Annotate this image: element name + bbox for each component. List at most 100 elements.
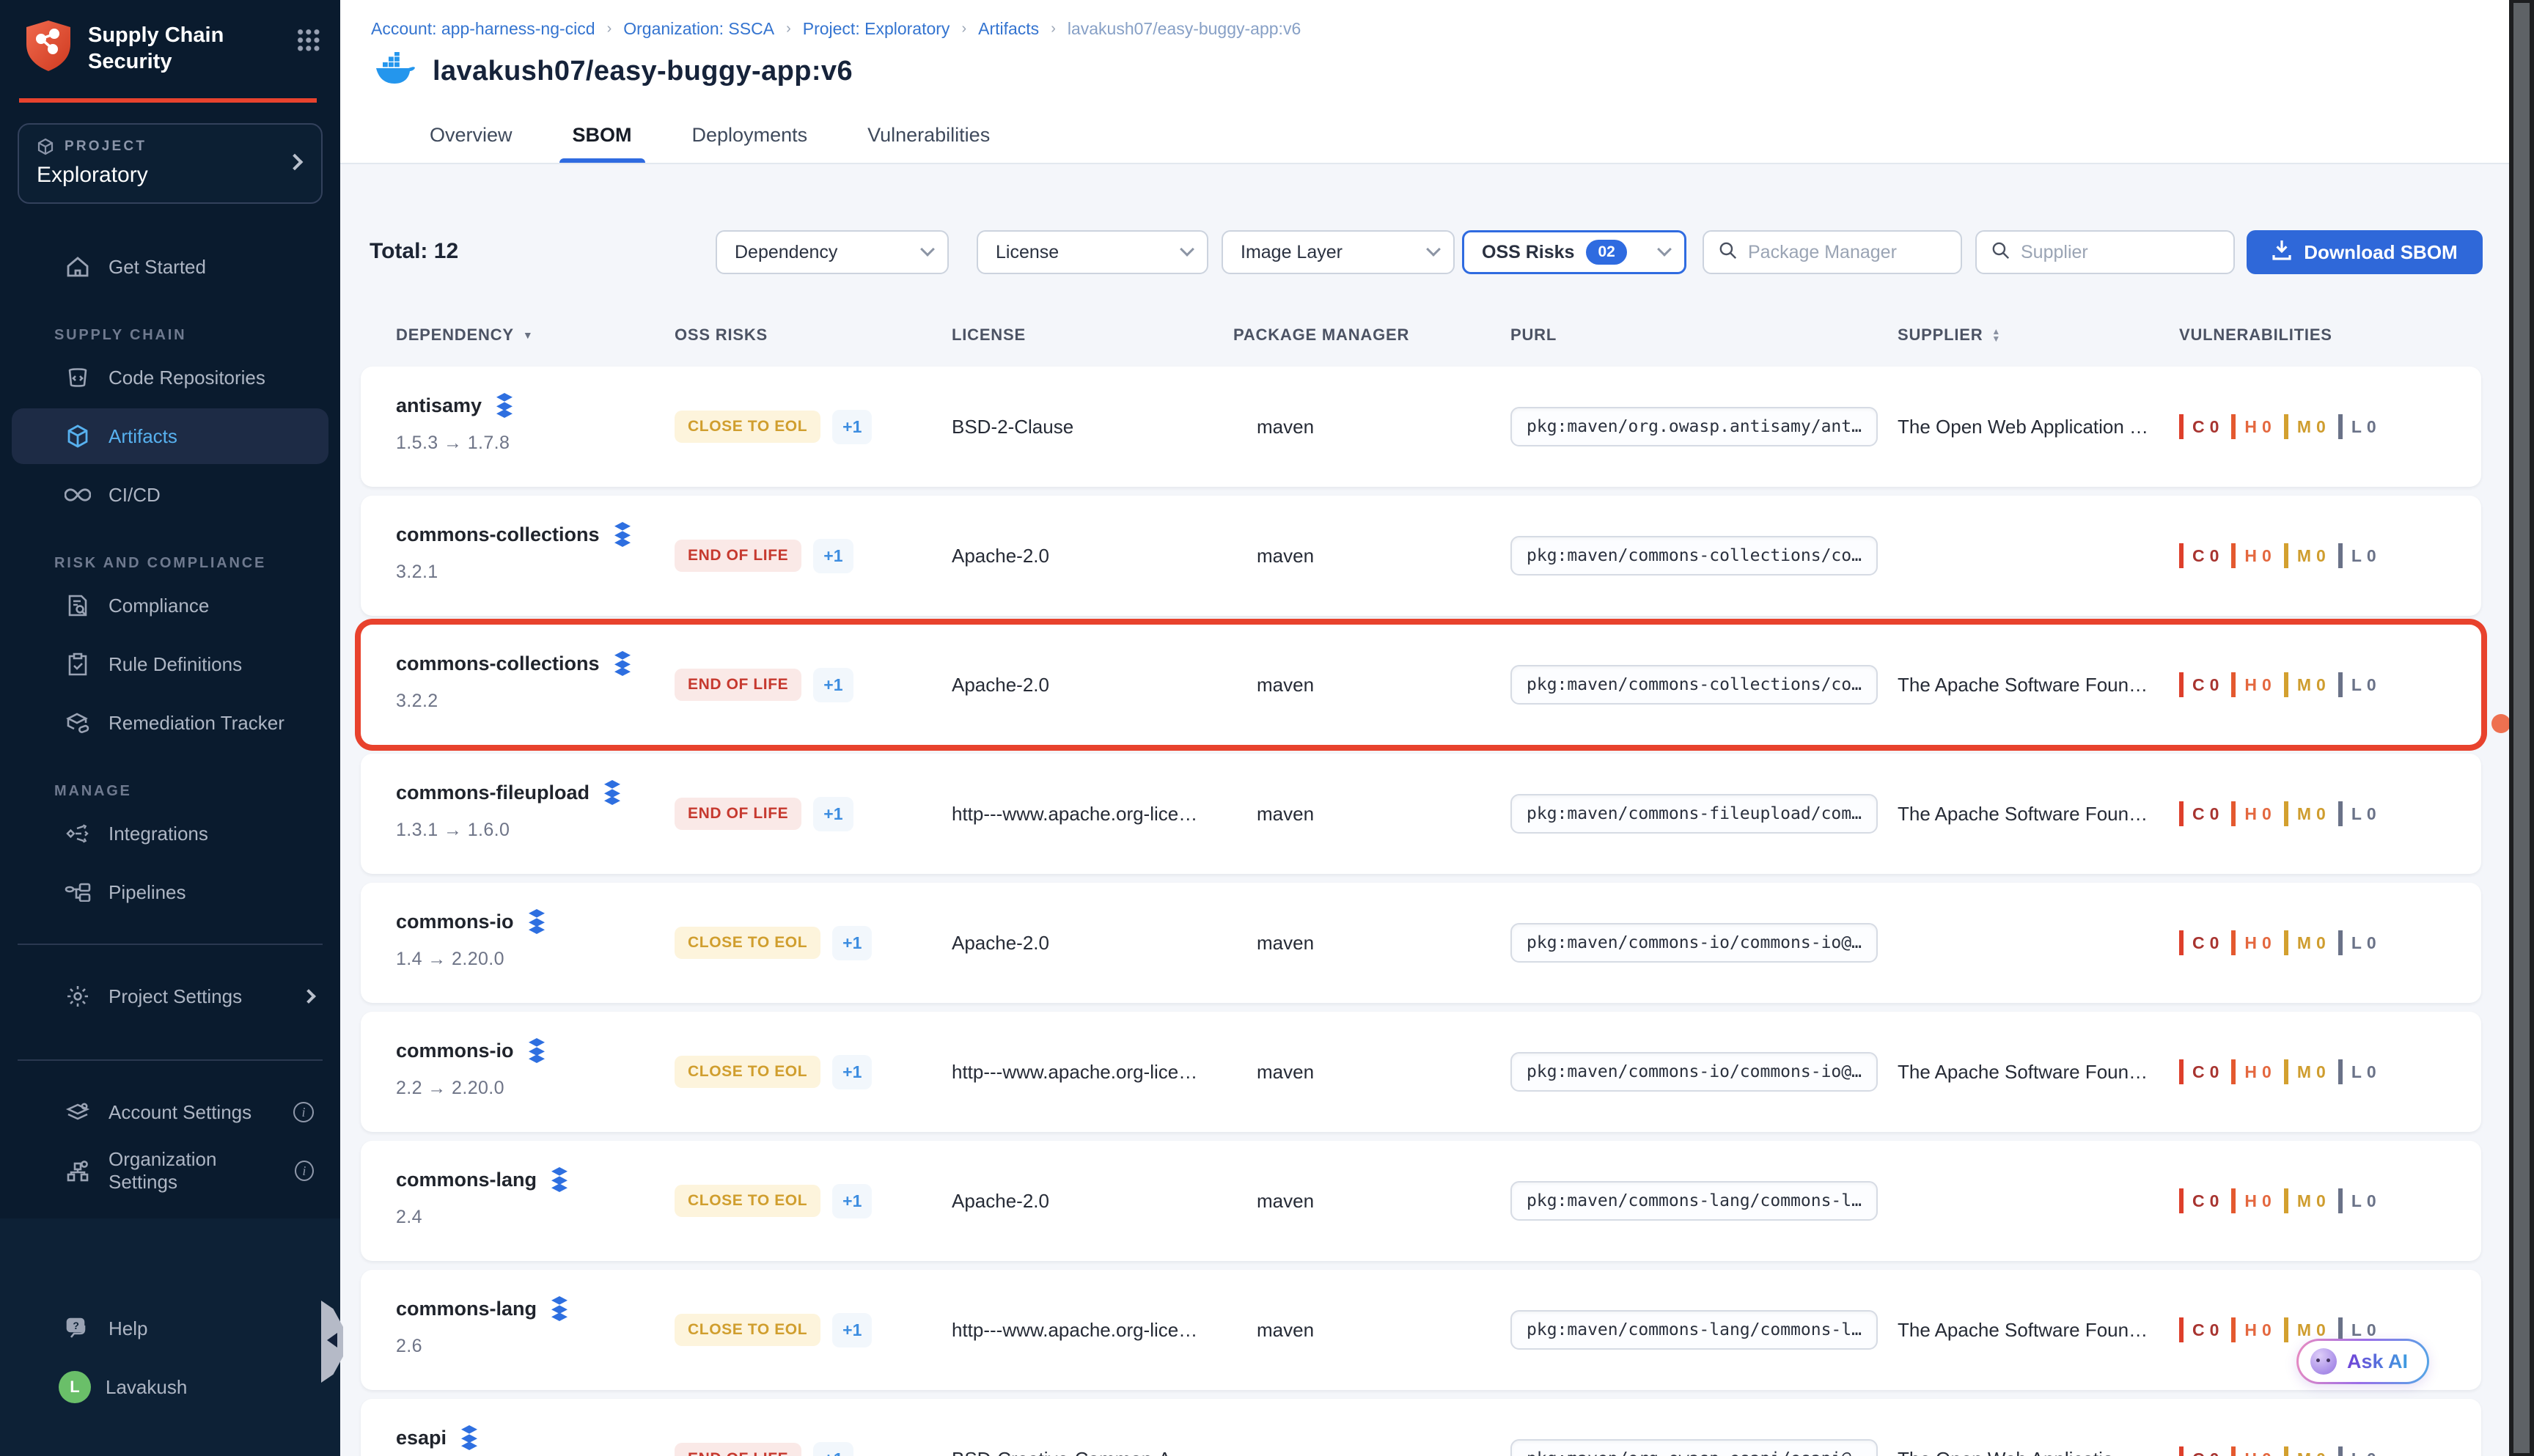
breadcrumb-artifacts[interactable]: Artifacts [978,19,1039,39]
image-layer-filter-dropdown[interactable]: Image Layer [1222,230,1455,274]
breadcrumb-project[interactable]: Project: Exploratory [803,19,950,39]
supplier-search-input[interactable] [2021,242,2219,263]
sidebar-item-compliance[interactable]: Compliance [12,578,328,633]
more-risks-badge[interactable]: +1 [832,410,872,444]
layers-icon [612,522,634,547]
purl-pill[interactable]: pkg:maven/commons-collections/co… [1510,536,1878,576]
column-header-oss-risks: OSS RISKS [675,326,768,345]
table-row-commons-io-22[interactable]: commons-io 2.2 → 2.20.0 CLOSE TO EOL+1 h… [361,1012,2481,1132]
chevron-down-icon [1426,242,1441,257]
info-icon[interactable]: i [293,1102,314,1122]
more-risks-badge[interactable]: +1 [832,926,872,960]
table-row-commons-lang-26[interactable]: commons-lang 2.6 CLOSE TO EOL+1 http---w… [361,1270,2481,1390]
breadcrumb-separator: › [1051,21,1056,37]
sidebar-item-organization-settings[interactable]: Organization Settings i [12,1143,328,1199]
version-range: 1.4 → 2.20.0 [396,949,548,970]
column-header-dependency[interactable]: DEPENDENCY▼ [396,326,533,345]
more-risks-badge[interactable]: +1 [832,1313,872,1347]
rule-definitions-clipboard-icon [65,652,91,676]
scrollbar-thumb[interactable] [2513,3,2530,1453]
sidebar-item-account-settings[interactable]: Account Settings i [12,1084,328,1140]
sidebar-item-remediation-tracker[interactable]: Remediation Tracker [12,695,328,751]
module-grid-icon[interactable] [296,28,320,51]
medium-count: M0 [2284,414,2326,439]
package-manager-cell: maven [1257,1270,1314,1390]
user-name: Lavakush [106,1376,187,1399]
more-risks-badge[interactable]: +1 [813,539,853,573]
breadcrumb-account[interactable]: Account: app-harness-ng-cicd [371,19,595,39]
package-manager-cell: maven [1257,1012,1314,1132]
dependency-filter-dropdown[interactable]: Dependency [716,230,949,274]
low-count: L0 [2338,672,2377,697]
column-header-supplier[interactable]: SUPPLIER▲▼ [1898,326,2001,345]
total-count: Total: 12 [370,239,458,264]
download-sbom-button[interactable]: Download SBOM [2247,230,2483,274]
chevron-down-icon [920,242,935,257]
purl-pill[interactable]: pkg:maven/org.owasp.esapi/esapi@… [1510,1439,1878,1456]
license-cell: Apache-2.0 [952,496,1049,616]
package-manager-search-input[interactable] [1748,242,1946,263]
purl-pill[interactable]: pkg:maven/commons-io/commons-io@… [1510,1052,1878,1092]
docker-icon [375,52,416,90]
project-name: Exploratory [37,163,304,188]
critical-count: C0 [2179,672,2219,697]
oss-risk-badge: END OF LIFE [675,540,801,572]
ask-ai-button[interactable]: Ask AI [2296,1339,2429,1384]
oss-risk-badge: CLOSE TO EOL [675,411,820,443]
table-row-esapi[interactable]: esapi END OF LIFE+1 BSD-Creative-Common-… [361,1399,2481,1456]
sidebar-item-help[interactable]: ? Help [12,1301,328,1356]
license-cell: http---www.apache.org-lice… [952,1012,1197,1132]
supply-chain-security-shield-logo-icon [23,19,73,81]
sidebar-item-rule-definitions[interactable]: Rule Definitions [12,636,328,692]
license-cell: http---www.apache.org-lice… [952,1270,1197,1390]
supplier-cell: The Apache Software Foun… [1898,1012,2148,1132]
table-row-commons-fileupload[interactable]: commons-fileupload 1.3.1 → 1.6.0 END OF … [361,754,2481,874]
sidebar-item-code-repositories[interactable]: Code Repositories [12,350,328,405]
tab-overview[interactable]: Overview [427,111,515,163]
more-risks-badge[interactable]: +1 [832,1184,872,1218]
oss-risks-filter-dropdown[interactable]: OSS Risks 02 [1462,230,1686,274]
license-filter-dropdown[interactable]: License [977,230,1208,274]
supplier-cell: The Open Web Applicatio… [1898,1399,2132,1456]
more-risks-badge[interactable]: +1 [813,1442,853,1456]
tab-sbom[interactable]: SBOM [570,111,635,163]
purl-pill[interactable]: pkg:maven/commons-lang/commons-l… [1510,1310,1878,1350]
sidebar-item-pipelines[interactable]: Pipelines [12,864,328,920]
tab-deployments[interactable]: Deployments [689,111,811,163]
tab-vulnerabilities[interactable]: Vulnerabilities [864,111,993,163]
critical-count: C0 [2179,414,2219,439]
more-risks-badge[interactable]: +1 [813,668,853,702]
table-row-commons-lang-24[interactable]: commons-lang 2.4 CLOSE TO EOL+1 Apache-2… [361,1141,2481,1261]
table-row-commons-collections-321[interactable]: commons-collections 3.2.1 END OF LIFE+1 … [361,496,2481,616]
sidebar-item-get-started[interactable]: Get Started [12,239,328,295]
sidebar-item-integrations[interactable]: Integrations [12,806,328,861]
breadcrumb-organization[interactable]: Organization: SSCA [623,19,774,39]
low-count: L0 [2338,414,2377,439]
main-content: Account: app-harness-ng-cicd › Organizati… [340,0,2534,1456]
page-title: lavakush07/easy-buggy-app:v6 [433,56,853,87]
table-row-antisamy[interactable]: antisamy 1.5.3 → 1.7.8 CLOSE TO EOL+1 BS… [361,367,2481,487]
sidebar-item-artifacts[interactable]: Artifacts [12,408,328,464]
sort-icon: ▲▼ [1991,328,2001,342]
medium-count: M0 [2284,543,2326,568]
supplier-cell: The Apache Software Foun… [1898,1270,2148,1390]
package-manager-cell: maven [1257,625,1314,745]
table-row-commons-io-14[interactable]: commons-io 1.4 → 2.20.0 CLOSE TO EOL+1 A… [361,883,2481,1003]
info-icon[interactable]: i [295,1161,314,1181]
project-selector[interactable]: PROJECT Exploratory [18,123,323,204]
purl-pill[interactable]: pkg:maven/commons-fileupload/com… [1510,794,1878,834]
sidebar-item-project-settings[interactable]: Project Settings [12,968,328,1024]
version-range: 2.2 → 2.20.0 [396,1078,548,1099]
more-risks-badge[interactable]: +1 [813,797,853,831]
oss-risk-badge: CLOSE TO EOL [675,1314,820,1346]
sidebar-item-cicd[interactable]: CI/CD [12,467,328,523]
purl-pill[interactable]: pkg:maven/commons-collections/co… [1510,665,1878,705]
purl-pill[interactable]: pkg:maven/commons-io/commons-io@… [1510,923,1878,963]
vertical-scrollbar[interactable] [2509,0,2534,1456]
purl-pill[interactable]: pkg:maven/commons-lang/commons-l… [1510,1181,1878,1221]
more-risks-badge[interactable]: +1 [832,1055,872,1089]
critical-count: C0 [2179,543,2219,568]
purl-pill[interactable]: pkg:maven/org.owasp.antisamy/ant… [1510,407,1878,446]
table-row-commons-collections-322-highlighted[interactable]: commons-collections 3.2.2 END OF LIFE+1 … [361,625,2481,745]
user-menu[interactable]: L Lavakush [12,1359,328,1415]
